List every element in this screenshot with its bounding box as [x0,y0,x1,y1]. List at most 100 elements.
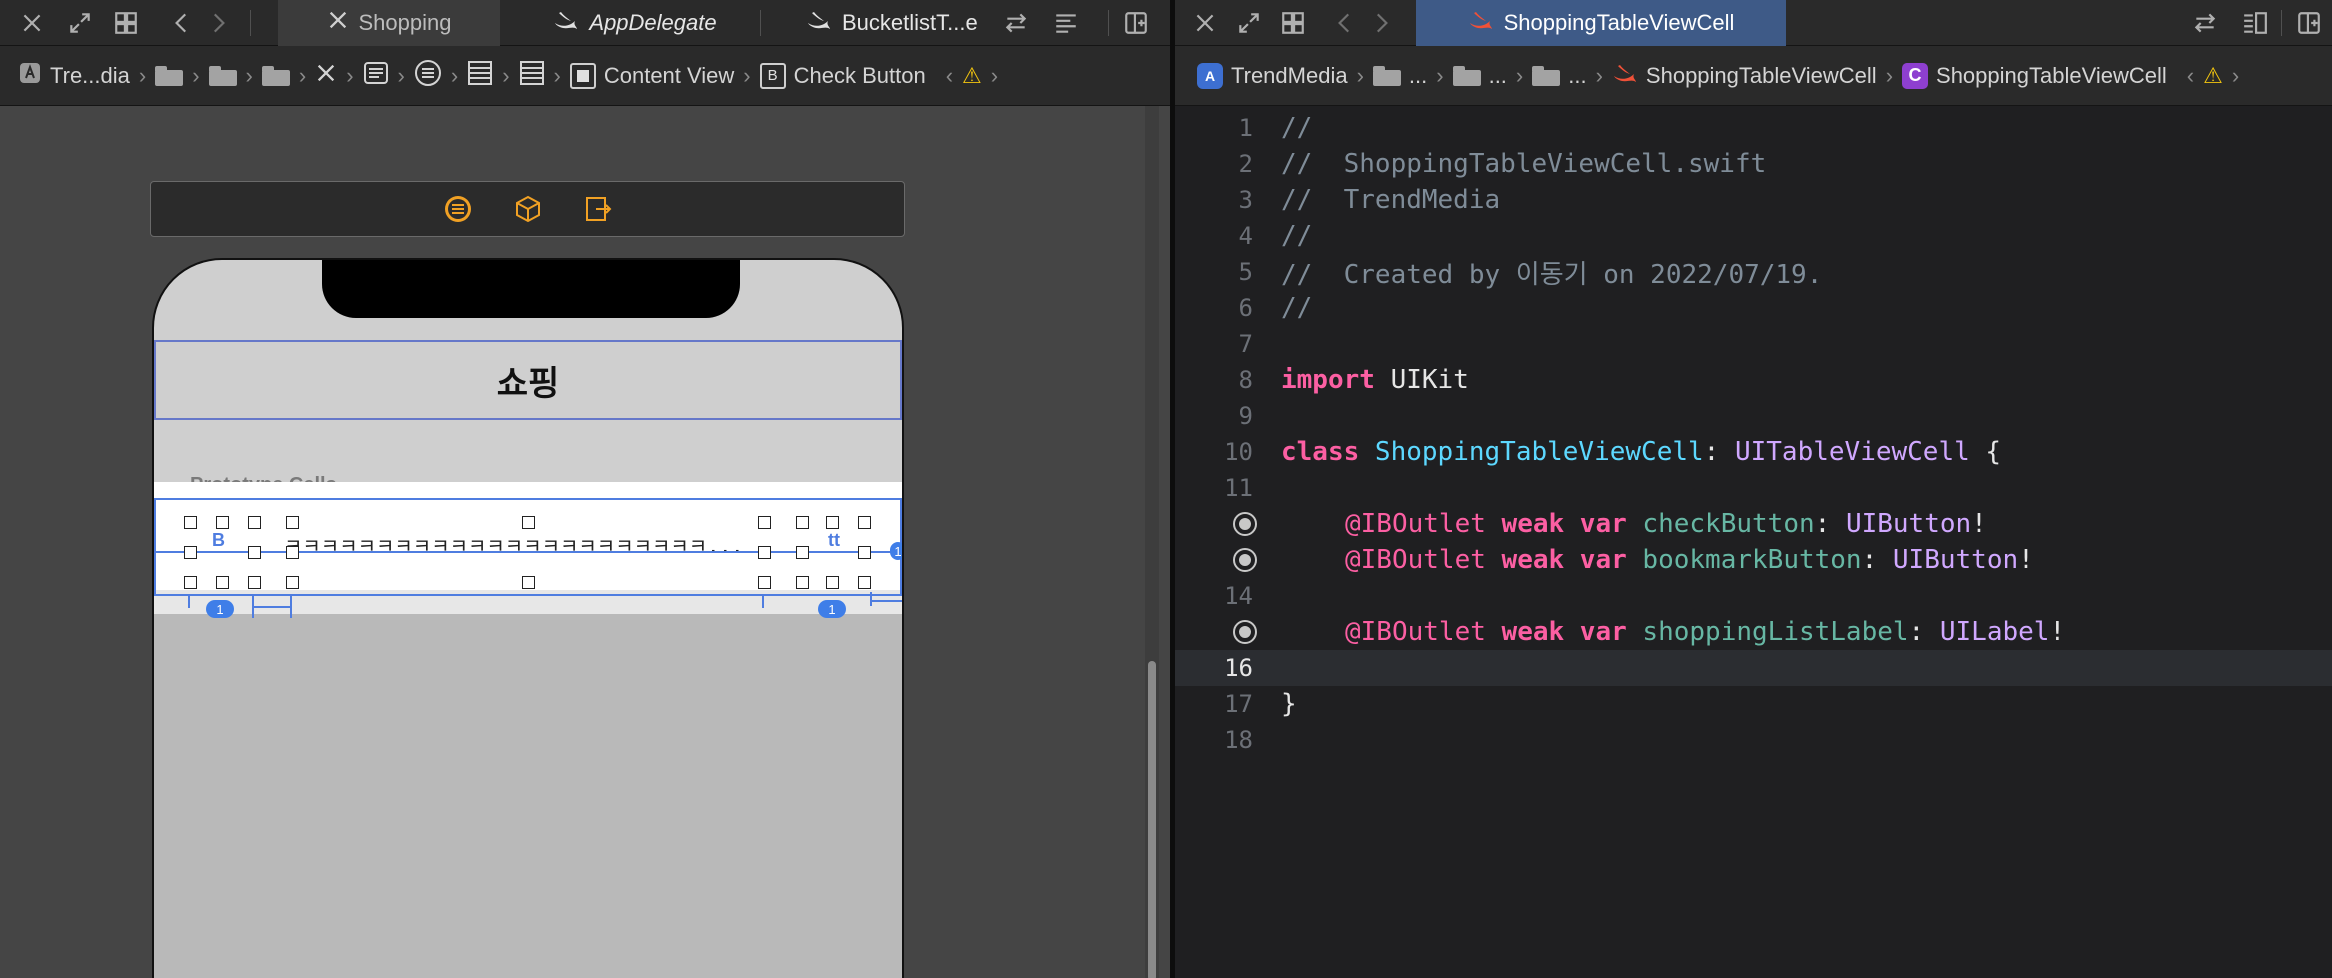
code-line[interactable]: 9 [1175,398,2332,434]
resize-handle[interactable] [248,516,261,529]
constraint-badge[interactable]: 1 [818,600,846,618]
resize-handle[interactable] [796,576,809,589]
back-icon[interactable] [162,0,202,46]
warning-icon[interactable]: ⚠ [962,63,982,89]
resize-handle[interactable] [184,516,197,529]
code-line[interactable]: 14 [1175,578,2332,614]
code-line[interactable]: @IBOutlet weak var checkButton: UIButton… [1175,506,2332,542]
table-cell-icon[interactable] [519,60,545,92]
resize-handle[interactable] [758,516,771,529]
view-controller-dock-icon[interactable] [443,194,473,224]
code-line[interactable]: 2 // ShoppingTableViewCell.swift [1175,146,2332,182]
navigation-bar[interactable]: 쇼핑 [154,340,902,420]
issue-prev-icon[interactable]: ‹ [2187,63,2194,89]
resize-handle[interactable] [826,576,839,589]
view-controller-icon[interactable] [414,59,442,93]
code-line[interactable]: 4 // [1175,218,2332,254]
first-responder-icon[interactable] [513,194,543,224]
adjust-editor-icon[interactable] [2235,0,2275,46]
resize-handle[interactable] [522,576,535,589]
code-line[interactable]: 10 class ShoppingTableViewCell: UITableV… [1175,434,2332,470]
tab-shopping[interactable]: Shopping [278,0,500,46]
expand-icon[interactable] [1229,0,1269,46]
outlet-connected-icon[interactable] [1233,620,1257,644]
resize-handle[interactable] [826,516,839,529]
resize-handle[interactable] [184,546,197,559]
code-line[interactable]: 6 // [1175,290,2332,326]
resize-handle[interactable] [216,516,229,529]
code-line[interactable]: 18 [1175,722,2332,758]
resize-handle[interactable] [216,576,229,589]
folder-icon[interactable] [208,65,237,86]
code-line[interactable]: 3 // TrendMedia [1175,182,2332,218]
resize-handle[interactable] [858,516,871,529]
editor-options-icon[interactable] [1046,0,1086,46]
canvas-scroll-thumb[interactable] [1148,661,1156,978]
add-editor-icon[interactable] [2289,0,2329,46]
source-editor[interactable]: 1 // 2 // ShoppingTableViewCell.swift 3 … [1175,106,2332,978]
code-line[interactable]: 11 [1175,470,2332,506]
grid-related-items-icon[interactable] [106,0,146,46]
code-line[interactable]: 17 } [1175,686,2332,722]
folder-icon[interactable] [261,65,290,86]
forward-icon[interactable] [198,0,238,46]
resize-handle[interactable] [758,576,771,589]
issue-next-icon[interactable]: › [991,63,998,89]
grid-related-items-icon[interactable] [1273,0,1313,46]
code-line-current[interactable]: 16 [1175,650,2332,686]
resize-handle[interactable] [796,546,809,559]
jump-project[interactable]: A TrendMedia [1197,62,1348,89]
issue-next-icon[interactable]: › [2232,63,2239,89]
code-line[interactable]: 5 // Created by 이동기 on 2022/07/19. [1175,254,2332,290]
back-icon[interactable] [1325,0,1365,46]
add-editor-icon[interactable] [1116,0,1156,46]
storyboard-icon[interactable] [315,62,337,90]
scene-icon[interactable] [363,60,389,92]
check-button[interactable]: B [212,530,225,551]
resize-handle[interactable] [522,516,535,529]
jump-file[interactable]: ShoppingTableViewCell [1612,62,1877,90]
constraint-badge[interactable]: 1 [890,542,902,560]
resize-handle[interactable] [248,546,261,559]
interface-builder-canvas[interactable]: 쇼핑 Prototype Cells B ㅋㅋㅋㅋㅋㅋㅋㅋㅋㅋㅋㅋㅋㅋㅋㅋㅋㅋㅋ… [0,106,1170,978]
jump-folder[interactable]: ... [1372,63,1427,89]
iphone-scene[interactable]: 쇼핑 Prototype Cells B ㅋㅋㅋㅋㅋㅋㅋㅋㅋㅋㅋㅋㅋㅋㅋㅋㅋㅋㅋ… [152,258,904,978]
exit-icon[interactable] [583,194,613,224]
table-view-icon[interactable] [467,60,493,92]
close-editor-icon[interactable] [1185,0,1225,46]
tab-bucketlist[interactable]: BucketlistT...e [770,0,992,46]
code-line[interactable]: 7 [1175,326,2332,362]
jump-check-button[interactable]: B Check Button [759,62,926,89]
resize-handle[interactable] [858,546,871,559]
resize-handle[interactable] [286,516,299,529]
code-line[interactable]: 8 import UIKit [1175,362,2332,398]
forward-icon[interactable] [1361,0,1401,46]
close-editor-icon[interactable] [12,0,52,46]
code-line[interactable]: @IBOutlet weak var shoppingListLabel: UI… [1175,614,2332,650]
jump-folder[interactable]: ... [1452,63,1507,89]
outlet-connected-icon[interactable] [1233,548,1257,572]
resize-handle[interactable] [858,576,871,589]
resize-handle[interactable] [184,576,197,589]
bookmark-button[interactable]: tt [828,530,840,551]
tab-shoppingtableviewcell[interactable]: ShoppingTableViewCell [1416,0,1786,46]
folder-icon[interactable] [155,65,184,86]
resize-handle[interactable] [796,516,809,529]
resize-handle[interactable] [286,546,299,559]
jump-folder[interactable]: ... [1532,63,1587,89]
jump-project[interactable]: Tre...dia [18,61,130,91]
jump-content-view[interactable]: Content View [569,62,734,89]
constraint-badge[interactable]: 1 [206,600,234,618]
tab-appdelegate[interactable]: AppDelegate [510,0,760,46]
code-line[interactable]: @IBOutlet weak var bookmarkButton: UIBut… [1175,542,2332,578]
resize-handle[interactable] [758,546,771,559]
swap-editors-icon[interactable] [2185,0,2225,46]
outlet-connected-icon[interactable] [1233,512,1257,536]
swap-editors-icon[interactable] [996,0,1036,46]
shopping-list-label[interactable]: ㅋㅋㅋㅋㅋㅋㅋㅋㅋㅋㅋㅋㅋㅋㅋㅋㅋㅋㅋㅋㅋㅋㅋ... [284,530,744,559]
resize-handle[interactable] [286,576,299,589]
issue-prev-icon[interactable]: ‹ [946,63,953,89]
code-line[interactable]: 1 // [1175,110,2332,146]
resize-handle[interactable] [248,576,261,589]
jump-symbol[interactable]: C ShoppingTableViewCell [1902,62,2167,89]
